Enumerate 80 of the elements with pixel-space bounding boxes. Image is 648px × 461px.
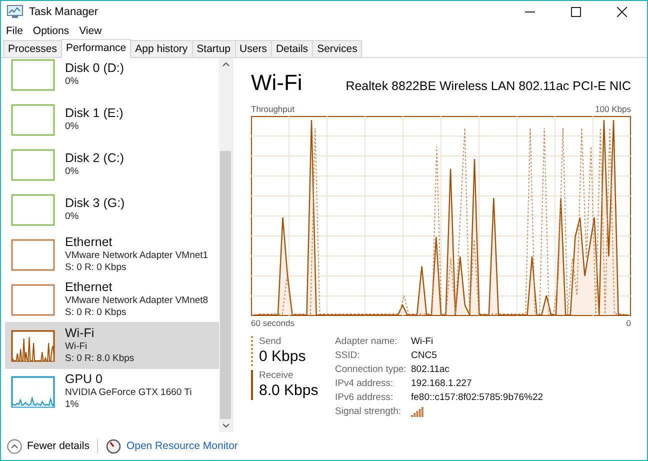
sidebar-item[interactable]: Disk 1 (E:) 0% bbox=[5, 97, 219, 142]
item-title: Disk 1 (E:) bbox=[65, 106, 124, 121]
property-value: CNC5 bbox=[411, 350, 438, 362]
item-detail: S: 0 R: 0 Kbps bbox=[65, 262, 128, 274]
item-detail: 0% bbox=[65, 166, 80, 178]
tab[interactable]: Processes bbox=[3, 40, 62, 57]
scroll-down-icon[interactable] bbox=[222, 423, 230, 428]
item-title: Ethernet bbox=[65, 280, 114, 295]
item-detail: 0% bbox=[65, 76, 80, 88]
menu-item[interactable]: Options bbox=[32, 25, 70, 37]
tab[interactable]: Details bbox=[270, 40, 314, 57]
property-label: Signal strength: bbox=[335, 406, 402, 419]
tab[interactable]: Performance bbox=[61, 39, 132, 58]
sidebar-item[interactable]: Disk 3 (G:) 0% bbox=[5, 187, 219, 232]
menu-item[interactable]: File bbox=[6, 25, 23, 37]
item-title: Ethernet bbox=[65, 235, 114, 250]
mini-graph bbox=[11, 148, 55, 180]
scroll-up-icon[interactable] bbox=[222, 62, 230, 67]
signal-strength-icon bbox=[411, 406, 424, 417]
graph-span: 60 seconds bbox=[251, 318, 294, 328]
property-value: 802.11ac bbox=[411, 364, 450, 376]
item-title: Disk 2 (C:) bbox=[65, 151, 124, 166]
graph-min: 0 bbox=[626, 318, 631, 328]
item-detail: VMware Network Adapter VMnet8 bbox=[65, 295, 208, 307]
close-icon[interactable] bbox=[617, 7, 627, 17]
mini-graph bbox=[11, 104, 55, 136]
item-detail: 0% bbox=[65, 211, 80, 223]
mini-graph bbox=[11, 238, 55, 270]
property-value: Wi-Fi bbox=[411, 336, 434, 348]
item-title: GPU 0 bbox=[65, 372, 104, 387]
receive-value: 8.0 Kbps bbox=[259, 381, 317, 400]
sidebar-item[interactable]: Ethernet VMware Network Adapter VMnet8 S: 0 R: 0 Kbps bbox=[5, 277, 219, 322]
window-title: Task Manager bbox=[29, 6, 98, 18]
item-detail: NVIDIA GeForce GTX 1660 Ti bbox=[65, 387, 192, 399]
sidebar-item[interactable]: Disk 2 (C:) 0% bbox=[5, 142, 219, 187]
resource-monitor-link[interactable]: Open Resource Monitor bbox=[126, 440, 238, 452]
item-title: Wi-Fi bbox=[65, 326, 96, 341]
scrollbar[interactable] bbox=[219, 58, 232, 432]
property-label: IPv6 address: bbox=[335, 392, 394, 404]
property-value: fe80::c157:8f02:5785:9b76%22 bbox=[411, 392, 544, 404]
item-detail: 0% bbox=[65, 121, 80, 133]
gauge-icon bbox=[106, 438, 122, 454]
fewer-details-button[interactable]: Fewer details bbox=[7, 438, 90, 454]
device-name: Realtek 8822BE Wireless LAN 802.11ac PCI-E NIC bbox=[346, 79, 631, 93]
property-label: IPv4 address: bbox=[335, 378, 394, 390]
property-label: SSID: bbox=[335, 350, 361, 362]
mini-graph bbox=[11, 194, 55, 226]
panel-title: Wi-Fi bbox=[251, 70, 302, 96]
mini-graph bbox=[11, 284, 55, 316]
maximize-icon[interactable] bbox=[571, 7, 581, 17]
item-title: Disk 3 (G:) bbox=[65, 196, 125, 211]
menu-item[interactable]: View bbox=[79, 25, 102, 37]
mini-graph bbox=[11, 330, 55, 362]
graph-max: 100 Kbps bbox=[595, 104, 631, 114]
mini-graph bbox=[11, 376, 55, 408]
scrollbar-thumb[interactable] bbox=[220, 151, 231, 419]
item-detail: 1% bbox=[65, 399, 80, 411]
tab[interactable]: Startup bbox=[192, 40, 236, 57]
sidebar-item[interactable]: GPU 0 NVIDIA GeForce GTX 1660 Ti 1% bbox=[5, 369, 219, 414]
tab[interactable]: App history bbox=[130, 40, 193, 57]
send-value: 0 Kbps bbox=[259, 347, 307, 366]
tab[interactable]: Services bbox=[312, 40, 362, 57]
graph-label: Throughput bbox=[251, 104, 294, 114]
tab[interactable]: Users bbox=[234, 40, 272, 57]
receive-label: Receive bbox=[259, 370, 294, 381]
fewer-details-label[interactable]: Fewer details bbox=[27, 440, 90, 452]
property-label: Adapter name: bbox=[335, 336, 398, 348]
mini-graph bbox=[11, 58, 55, 90]
item-detail: Wi-Fi bbox=[65, 341, 88, 353]
send-label: Send bbox=[259, 336, 282, 347]
item-title: Disk 0 (D:) bbox=[65, 61, 124, 76]
sidebar-item[interactable]: Ethernet VMware Network Adapter VMnet1 S: 0 R: 0 Kbps bbox=[5, 232, 219, 277]
property-label: Connection type: bbox=[335, 364, 408, 376]
sidebar-item[interactable]: Wi-Fi Wi-Fi S: 0 R: 8.0 Kbps bbox=[5, 322, 219, 369]
app-icon bbox=[7, 5, 23, 19]
item-detail: S: 0 R: 0 Kbps bbox=[65, 307, 128, 319]
item-detail: S: 0 R: 8.0 Kbps bbox=[65, 353, 134, 365]
item-detail: VMware Network Adapter VMnet1 bbox=[65, 250, 208, 262]
property-value: 192.168.1.227 bbox=[411, 378, 473, 390]
chevron-up-icon bbox=[7, 438, 22, 454]
